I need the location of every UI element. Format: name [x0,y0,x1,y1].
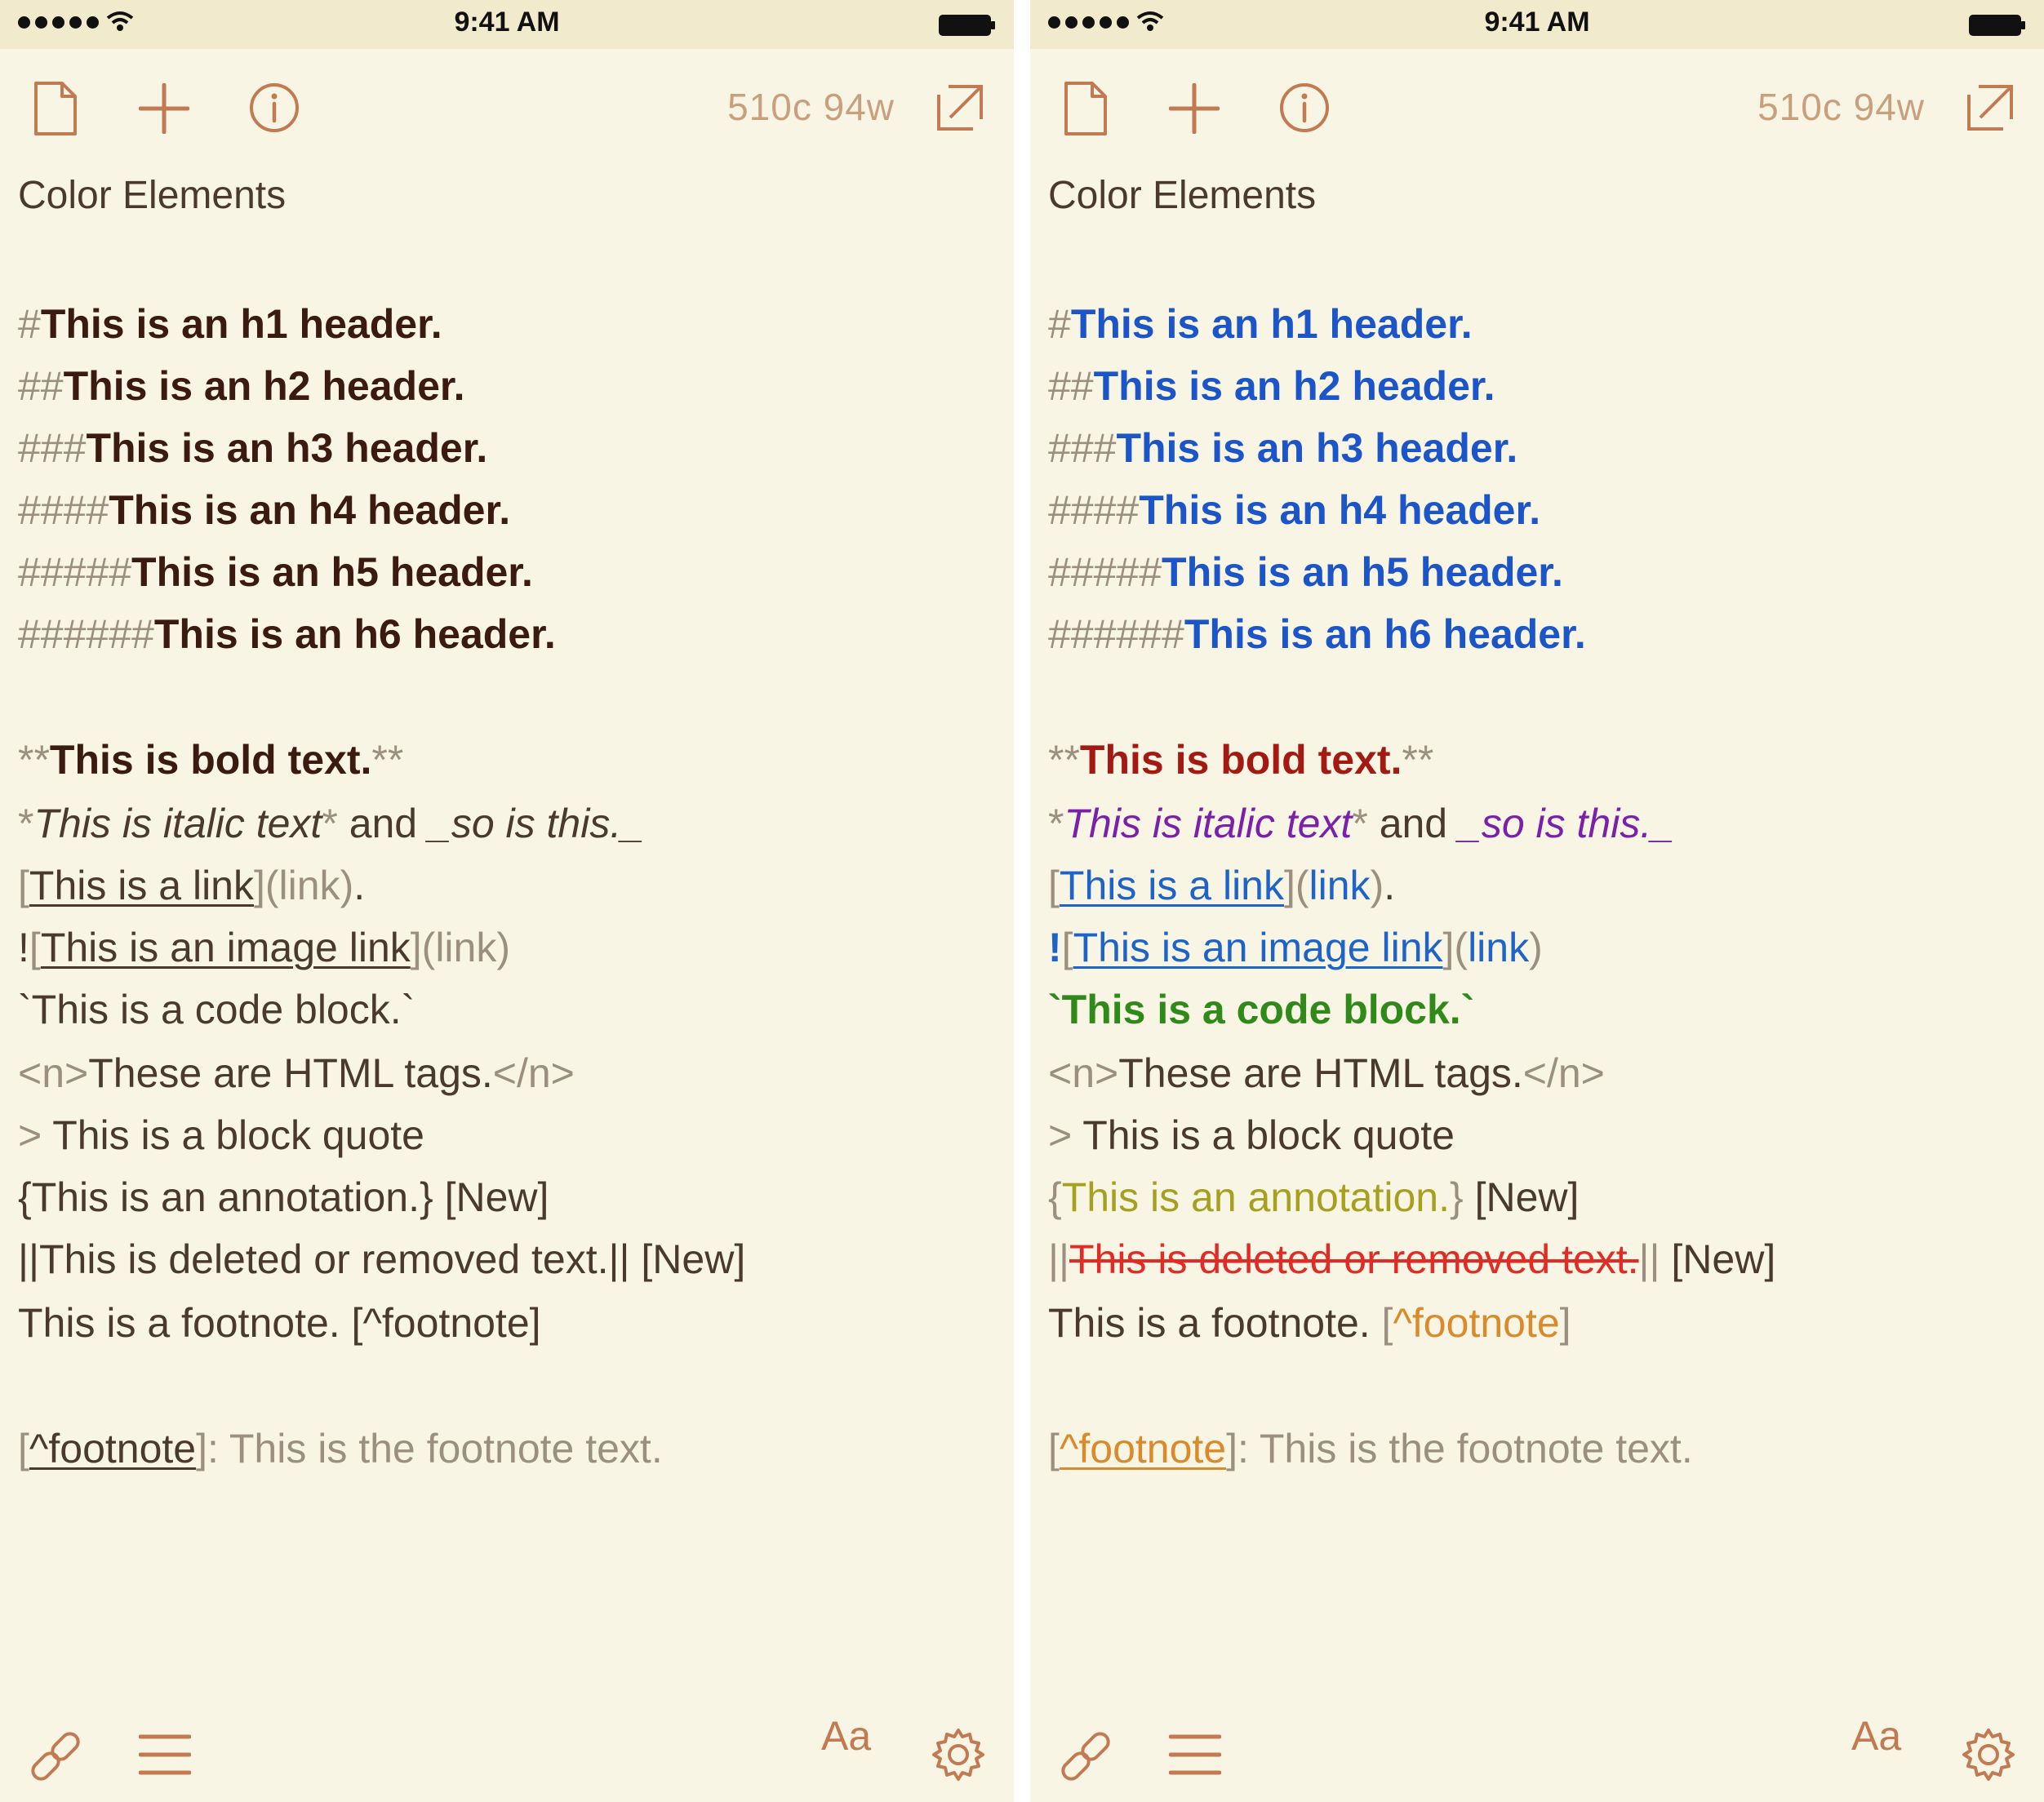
link-line[interactable]: [This is a link](link). [18,865,365,906]
annotation-line: {This is an annotation.} [New] [1048,1174,1580,1220]
phone-screen-colored: 9:41 AM 510c 94w Color Elements #This is… [1030,0,2044,1802]
phone-screen-plain: 9:41 AM 510c 94w Color Elements #This is… [0,0,1014,1802]
word-count[interactable]: 510c 94w [727,85,895,129]
image-link-line[interactable]: ![This is an image link](link) [18,927,510,968]
plus-icon[interactable] [1169,83,1220,134]
info-icon[interactable] [248,82,300,134]
link-icon[interactable] [28,1729,83,1784]
link-icon[interactable] [1058,1729,1113,1784]
document-icon[interactable] [33,80,78,137]
deleted-line: ||This is deleted or removed text.|| [Ne… [1048,1236,1776,1282]
code-line: `This is a code block.` [1048,987,1475,1032]
top-toolbar: 510c 94w [1030,49,2044,163]
link-line[interactable]: [This is a link](link). [1048,865,1395,906]
h2-line: ##This is an h2 header. [1048,363,1495,409]
footnote-def-line: [^footnote]: This is the footnote text. [1048,1426,1693,1471]
image-link-line[interactable]: ![This is an image link](link) [1048,927,1543,968]
battery-icon [939,15,995,36]
info-icon[interactable] [1278,82,1331,134]
document-title: Color Elements [1048,174,1317,217]
italic-line: *This is italic text* and _so is this._ [1048,801,1675,846]
deleted-line: ||This is deleted or removed text.|| [Ne… [18,1236,746,1282]
word-count[interactable]: 510c 94w [1757,85,1925,129]
bottom-toolbar: Aa [0,1706,1014,1802]
bold-line: **This is bold text.** [1048,737,1434,783]
annotation-line: {This is an annotation.} [New] [18,1174,549,1220]
status-bar: 9:41 AM [0,0,1014,49]
list-icon[interactable] [139,1732,191,1778]
font-settings-button[interactable]: Aa [821,1712,871,1760]
quote-line: > This is a block quote [1048,1112,1455,1158]
expand-icon[interactable] [935,83,984,132]
gear-icon[interactable] [1961,1727,2016,1782]
h6-line: ######This is an h6 header. [1048,611,1586,657]
h4-line: ####This is an h4 header. [1048,487,1541,533]
expand-icon[interactable] [1966,83,2015,132]
footnote-ref-line: This is a footnote. [^footnote] [1048,1300,1571,1346]
h4-line: ####This is an h4 header. [18,487,511,533]
h5-line: #####This is an h5 header. [1048,549,1563,595]
bold-line: **This is bold text.** [18,737,404,783]
h2-line: ##This is an h2 header. [18,363,465,409]
h1-line: #This is an h1 header. [1048,301,1473,347]
code-line: `This is a code block.` [18,987,415,1032]
footnote-ref-line: This is a footnote. [^footnote] [18,1300,541,1346]
status-time: 9:41 AM [1484,7,1590,38]
font-settings-button[interactable]: Aa [1851,1712,1901,1760]
plus-icon[interactable] [139,83,189,134]
list-icon[interactable] [1169,1732,1221,1778]
document-title: Color Elements [18,174,287,217]
italic-line: *This is italic text* and _so is this._ [18,801,645,846]
h3-line: ###This is an h3 header. [1048,425,1518,471]
h1-line: #This is an h1 header. [18,301,442,347]
html-line: <n>These are HTML tags.</n> [18,1050,575,1096]
quote-line: > This is a block quote [18,1112,424,1158]
bottom-toolbar: Aa [1030,1706,2044,1802]
h3-line: ###This is an h3 header. [18,425,488,471]
html-line: <n>These are HTML tags.</n> [1048,1050,1605,1096]
top-toolbar: 510c 94w [0,49,1014,163]
h5-line: #####This is an h5 header. [18,549,533,595]
footnote-def-line: [^footnote]: This is the footnote text. [18,1426,663,1471]
document-icon[interactable] [1063,80,1109,137]
h6-line: ######This is an h6 header. [18,611,556,657]
battery-icon [1969,15,2025,36]
gear-icon[interactable] [931,1727,986,1782]
status-bar: 9:41 AM [1030,0,2044,49]
status-time: 9:41 AM [454,7,560,38]
